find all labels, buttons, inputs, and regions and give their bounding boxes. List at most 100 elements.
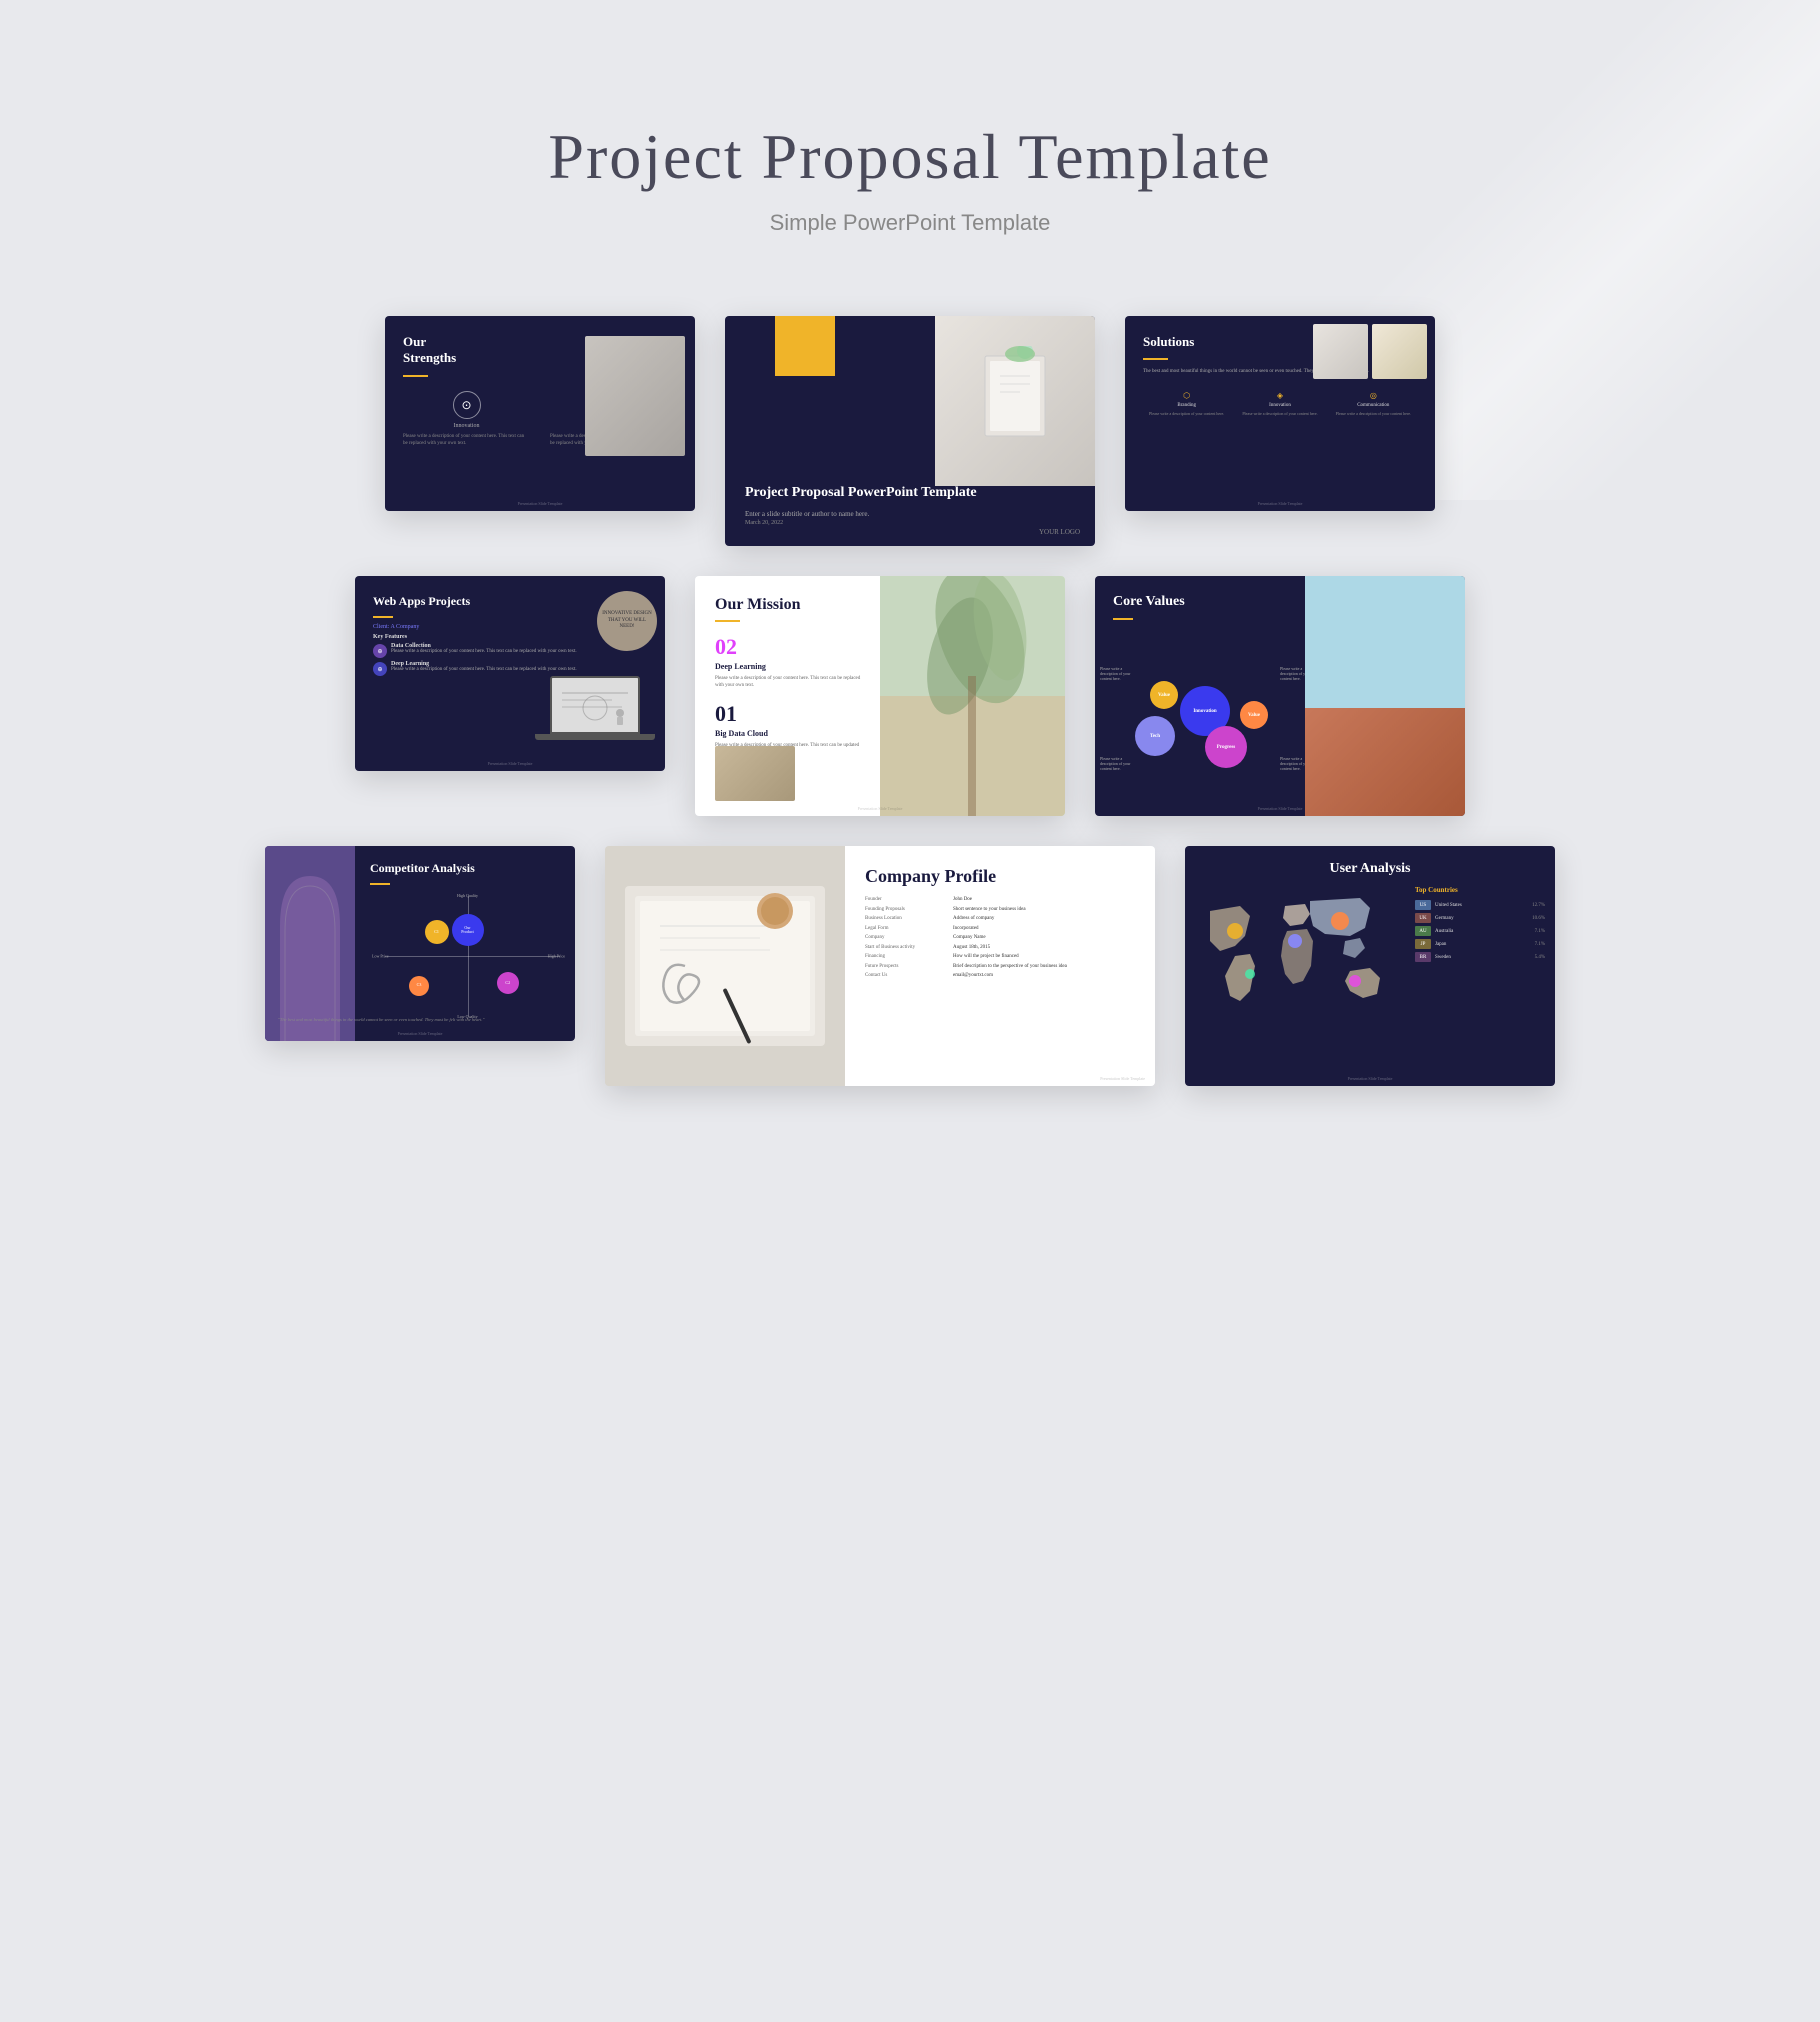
corevalues-image [1305,576,1465,816]
ua-country-row-3: AU Australia 7.1% [1415,926,1545,936]
profile-val-founding: Short sentence to your business idea [953,907,1026,914]
corevalues-footer: Presentation Slide Template [1095,806,1465,811]
innovation2-icon: ◈ [1277,391,1283,400]
feature1-icon: ⊕ [373,644,387,658]
profile-row-legal: Legal Form Incorporated [865,926,1135,933]
slide-solutions: Solutions The best and most beautiful th… [1125,316,1435,511]
cover-logo: YOUR LOGO [1039,528,1080,536]
bubble-our-product: OurProduct [452,914,484,946]
laptop-base [535,734,655,740]
ua-flag-4: JP [1415,939,1431,949]
laptop-screen-inner [552,678,638,732]
cv-circle-value4: Value [1150,681,1178,709]
useranalysis-footer: Presentation Slide Template [1185,1076,1555,1081]
slide-mission: Our Mission 02 Deep Learning Please writ… [695,576,1065,816]
cover-text: Project Proposal PowerPoint Template Ent… [745,484,977,526]
cover-image-inner [935,316,1095,486]
slide-webapps: Web Apps Projects Client: A Company Key … [355,576,665,771]
cover-book-svg [965,346,1065,456]
profile-key-contact: Contact Us [865,973,945,980]
chart-label-right: High Price [548,954,565,959]
slide-useranalysis: User Analysis [1185,846,1555,1086]
mission-footer: Presentation Slide Template [695,806,1065,811]
sol-item-branding: ⬡ Branding Please write a description of… [1143,391,1230,416]
chart-label-top: High Quality [457,893,478,898]
profile-row-company: Company Company Name [865,935,1135,942]
profile-row-contact: Contact Us email@yourtxt.com [865,973,1135,980]
profile-val-financing: How will the project be financed [953,954,1019,961]
profile-row-financing: Financing How will the project be financ… [865,954,1135,961]
cv-circle-value5: Value [1240,701,1268,729]
ua-percent-2: 10.6% [1532,916,1545,921]
cover-title: Project Proposal PowerPoint Template [745,484,977,502]
useranalysis-title: User Analysis [1185,846,1555,881]
cv-img-brown [1305,708,1465,816]
profile-key-financing: Financing [865,954,945,961]
sol-item-innovation: ◈ Innovation Please write a description … [1236,391,1323,416]
profile-val-start: August 18th, 2015 [953,945,990,952]
webapps-footer: Presentation Slide Template [355,761,665,766]
competitor-content: Competitor Analysis High Quality Low Qua… [360,846,575,1041]
profile-row-founding: Founding Proposals Short sentence to you… [865,907,1135,914]
cv-desc-left-bottom: Please write a description of your conte… [1100,756,1135,772]
strength-item-innovation: ⊙ Innovation Please write a description … [403,391,530,447]
ua-flag-5: BR [1415,952,1431,962]
row-3: Competitor Analysis High Quality Low Qua… [80,846,1740,1086]
mission-nature-svg [880,576,1065,816]
communication-text: Please write a description of your conte… [1336,411,1411,416]
cv-img-blue [1305,576,1465,708]
slide-cover: Project Proposal PowerPoint Template Ent… [725,316,1095,546]
slides-container: OurStrengths ⊙ Innovation Please write a… [0,296,1820,1166]
feature2-text: Please write a description of your conte… [391,667,577,674]
branding-text: Please write a description of your conte… [1149,411,1224,416]
ua-percent-5: 5.4% [1535,955,1545,960]
mission-text1: Please write a description of your conte… [715,675,865,689]
webapps-feature-2: ⊕ Deep Learning Please write a descripti… [355,658,665,676]
profile-footer: Presentation Slide Template [1100,1076,1145,1081]
row-1: OurStrengths ⊙ Innovation Please write a… [80,316,1740,546]
ua-flag-1: US [1415,900,1431,910]
ua-country-row-2: UK Germany 10.6% [1415,913,1545,923]
cover-image [935,316,1095,486]
mission-image-bottom [715,746,795,801]
ua-country-row-1: US United States 12.7% [1415,900,1545,910]
bubble-competitor3: C3 [409,976,429,996]
branding-label: Branding [1177,403,1196,408]
cover-subtitle: Enter a slide subtitle or author to name… [745,510,977,526]
ua-country-4: Japan [1435,942,1531,947]
profile-row-start: Start of Business activity August 18th, … [865,945,1135,952]
bubble-competitor1: C1 [425,920,449,944]
innovation-label: Innovation [454,423,480,429]
slide-profile: Company Profile Founder John Doe Foundin… [605,846,1155,1086]
communication-label: Communication [1357,403,1389,408]
profile-val-founder: John Doe [953,897,972,904]
corevalues-circles: Innovation Tech Progress Value Value Ple… [1095,626,1315,806]
corevalues-divider [1113,618,1133,620]
competitor-chart: High Quality Low Quality Low Price High … [370,891,565,1021]
mission-num1: 02 [715,634,865,660]
chart-h-axis [385,956,560,957]
profile-row-location: Business Location Address of company [865,916,1135,923]
feature1-text: Please write a description of your conte… [391,649,577,656]
competitor-image [265,846,355,1041]
mission-image-right [880,576,1065,816]
competitor-quote-text: "The best and most beautiful things in t… [278,1017,567,1023]
ua-percent-3: 7.1% [1535,929,1545,934]
useranalysis-map [1195,886,1405,1026]
ua-country-row-4: JP Japan 7.1% [1415,939,1545,949]
webapps-divider [373,616,393,618]
innovation-icon: ⊙ [453,391,481,419]
page-header: Project Proposal Template Simple PowerPo… [0,0,1820,296]
profile-val-company: Company Name [953,935,986,942]
competitor-divider [370,883,390,885]
ua-flag-2: UK [1415,913,1431,923]
profile-key-legal: Legal Form [865,926,945,933]
ua-country-row-5: BR Sweden 5.4% [1415,952,1545,962]
branding-icon: ⬡ [1183,391,1190,400]
mission-num2: 01 [715,701,865,727]
page-title: Project Proposal Template [0,120,1820,194]
communication-icon: ◎ [1370,391,1377,400]
mission-title: Our Mission [715,596,865,614]
useranalysis-legend: Top Countries US United States 12.7% UK … [1415,886,1545,965]
competitor-footer: Presentation Slide Template [265,1031,575,1036]
